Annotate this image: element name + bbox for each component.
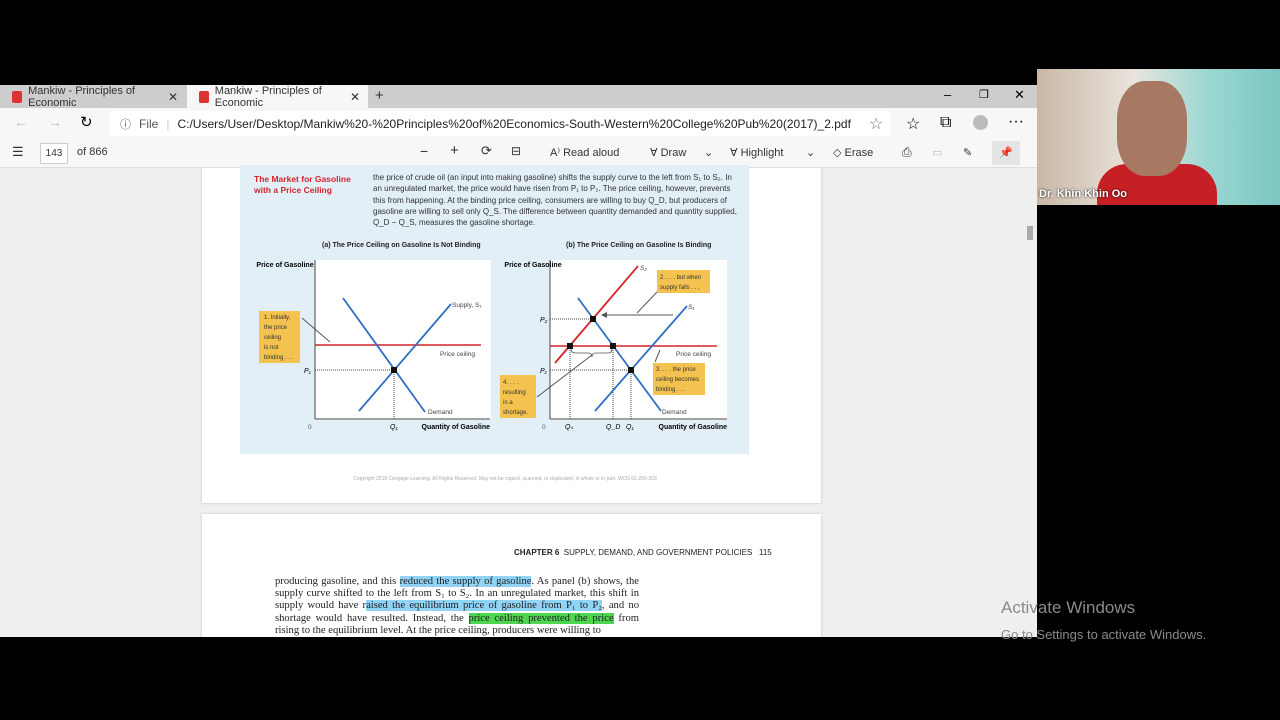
highlight-blue[interactable]: aised the equilibrium price of gasoline … <box>366 600 602 612</box>
chapter-title: SUPPLY, DEMAND, AND GOVERNMENT POLICIES <box>563 548 753 557</box>
panel-b-qd-label: Q_D <box>606 424 620 431</box>
svg-text:in a: in a <box>503 400 513 406</box>
svg-text:binding . . .: binding . . . <box>656 387 686 393</box>
svg-text:2. . . . but when: 2. . . . but when <box>660 275 701 281</box>
panel-b-y-label: Price of Gasoline <box>504 262 561 269</box>
copyright-text: Copyright 2018 Cengage Learning. All Rig… <box>353 476 657 482</box>
highlight-green[interactable]: price ceiling prevented the price <box>468 612 614 624</box>
panel-b-x-label: Quantity of Gasoline <box>659 424 728 431</box>
svg-text:supply falls . . .: supply falls . . . <box>660 285 700 291</box>
panel-a-equilibrium-point <box>391 367 397 373</box>
webcam-overlay: Dr. Khin Khin Oo <box>1037 69 1280 205</box>
panel-a-x-label: Quantity of Gasoline <box>422 424 491 431</box>
running-header: CHAPTER 6 SUPPLY, DEMAND, AND GOVERNMENT… <box>514 548 772 557</box>
panel-b-q1-label: Q₁ <box>626 424 634 431</box>
panel-a-supply-label: Supply, S₁ <box>452 302 482 309</box>
panel-b-p2-point <box>590 316 596 322</box>
svg-text:4. . . .: 4. . . . <box>503 380 518 386</box>
svg-text:ceiling becomes: ceiling becomes <box>656 377 699 383</box>
panel-b-s1-label: S₁ <box>688 304 694 311</box>
panel-a-ceiling-label: Price ceiling <box>440 351 475 358</box>
svg-text:1. Initially,: 1. Initially, <box>264 315 291 321</box>
panel-a-origin: 0 <box>308 424 312 431</box>
svg-text:resulting: resulting <box>503 390 526 396</box>
svg-text:shortage.: shortage. <box>503 410 528 416</box>
panel-b-qs-point <box>567 343 573 349</box>
panel-a-y-label: Price of Gasoline <box>256 262 313 269</box>
panel-b-s2-label: S₂ <box>640 265 647 272</box>
panel-b-origin: 0 <box>542 424 546 431</box>
presenter-name: Dr. Khin Khin Oo <box>1039 188 1127 200</box>
svg-text:binding . . .: binding . . . <box>264 355 294 361</box>
panel-a-p1-label: P₁ <box>304 368 312 375</box>
text-run: producing gasoline, and this <box>275 576 400 587</box>
svg-text:ceiling: ceiling <box>264 335 281 341</box>
svg-text:the price: the price <box>264 325 288 331</box>
panel-b-p1-point <box>628 367 634 373</box>
panel-a-demand-label: Demand <box>428 409 453 416</box>
panel-b-qs-label: Qₛ <box>565 424 573 431</box>
presenter-face <box>1117 81 1187 176</box>
svg-text:is not: is not <box>264 345 279 351</box>
panel-b-p2-label: P₂ <box>540 317 548 324</box>
activate-windows-subtitle: Go to Settings to activate Windows. <box>1001 627 1207 642</box>
panel-b-p1-label: P₁ <box>540 368 548 375</box>
svg-text:3. . . . the price: 3. . . . the price <box>656 367 696 373</box>
page-number: 115 <box>758 548 772 557</box>
panel-b-qd-point <box>610 343 616 349</box>
panel-b-demand-label: Demand <box>662 409 687 416</box>
panel-a-q1-label: Q₁ <box>390 424 398 431</box>
panel-a-plot-area <box>315 260 491 420</box>
panel-b-ceiling-label: Price ceiling <box>676 351 711 358</box>
activate-windows-title: Activate Windows <box>1001 598 1136 617</box>
body-paragraph: producing gasoline, and this reduced the… <box>275 576 639 637</box>
highlight-blue[interactable]: reduced the supply of gasoline <box>399 576 532 587</box>
chapter-label: CHAPTER 6 <box>514 548 560 557</box>
